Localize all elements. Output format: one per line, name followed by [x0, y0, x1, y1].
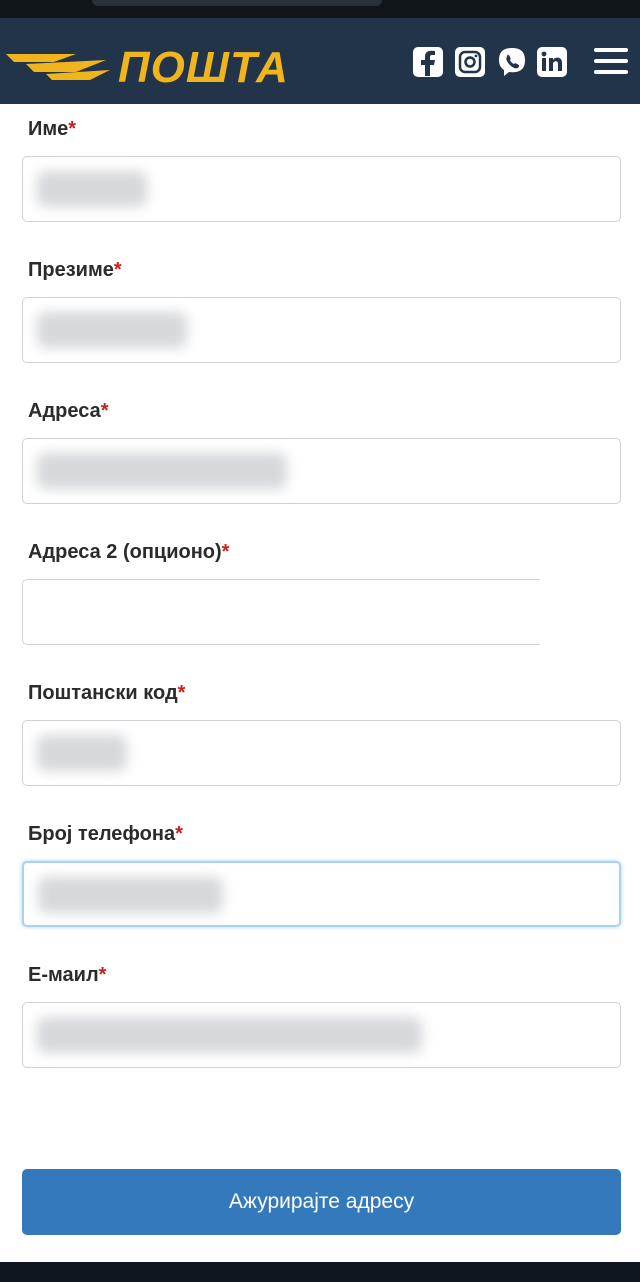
viber-icon[interactable] — [496, 46, 528, 78]
blurred-value — [37, 453, 287, 489]
logo-text: ПОШТА — [118, 43, 289, 92]
address2-input[interactable] — [22, 579, 621, 645]
posta-logo[interactable]: ПОШТА — [6, 40, 306, 92]
linkedin-icon[interactable] — [536, 46, 568, 78]
blurred-value — [37, 735, 127, 771]
site-header: ПОШТА — [0, 18, 640, 104]
last-name-label: Презиме* — [28, 259, 122, 281]
email-input[interactable] — [22, 1002, 621, 1068]
blank-overlay — [540, 524, 640, 720]
blurred-value — [37, 1017, 422, 1053]
first-name-input[interactable] — [22, 156, 621, 222]
status-bar — [0, 0, 640, 18]
instagram-icon[interactable] — [454, 46, 486, 78]
address-form: Име* Презиме* Адреса* Адреса 2 (опционо)… — [0, 104, 640, 1262]
phone-input[interactable] — [22, 861, 621, 927]
bottom-bar — [0, 1262, 640, 1282]
first-name-label: Име* — [28, 118, 77, 140]
blurred-value — [38, 877, 223, 913]
phone-label: Број телефона* — [28, 823, 183, 845]
hamburger-menu-icon[interactable] — [594, 48, 628, 78]
status-pill — [92, 0, 382, 6]
email-label: Е-маил* — [28, 964, 107, 986]
postal-code-input[interactable] — [22, 720, 621, 786]
blurred-value — [37, 312, 187, 348]
blurred-value — [37, 171, 147, 207]
address-input[interactable] — [22, 438, 621, 504]
posta-logo-icon — [6, 54, 110, 80]
address2-label: Адреса 2 (опционо)* — [28, 541, 230, 563]
address-label: Адреса* — [28, 400, 109, 422]
facebook-icon[interactable] — [412, 46, 444, 78]
last-name-input[interactable] — [22, 297, 621, 363]
update-address-button[interactable]: Ажурирајте адресу — [22, 1169, 621, 1235]
postal-code-label: Поштански код* — [28, 682, 186, 704]
